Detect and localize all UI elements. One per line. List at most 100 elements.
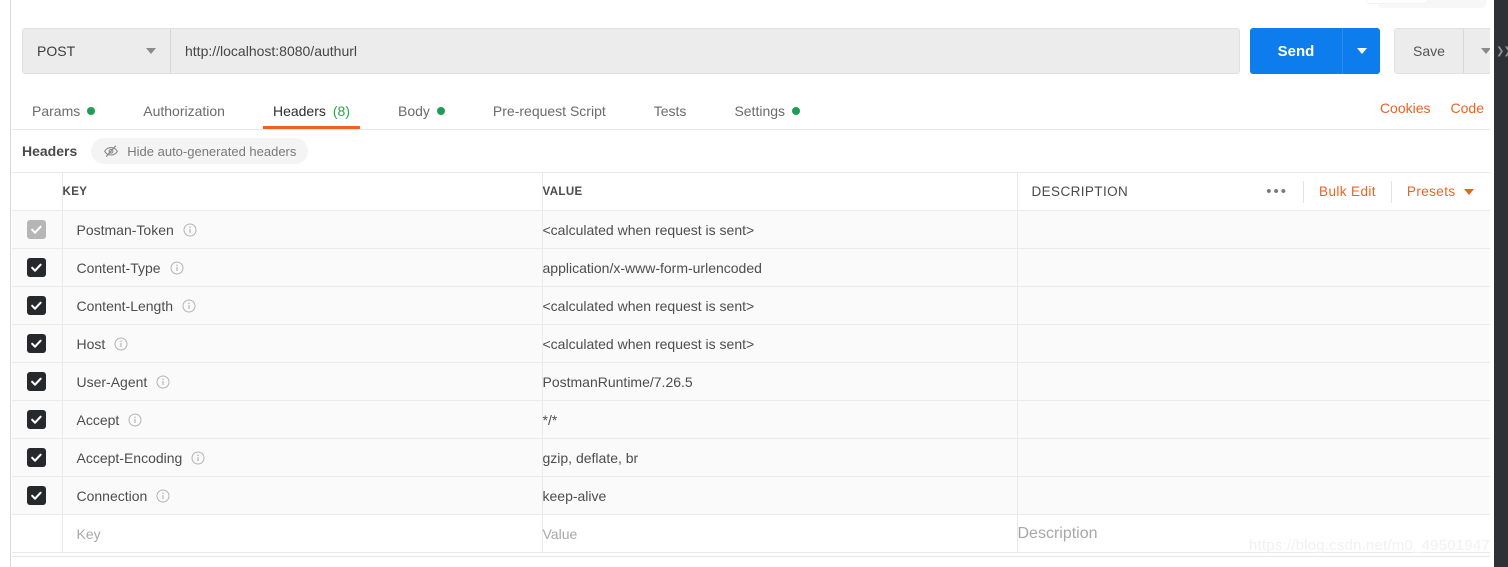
row-description-cell[interactable] — [1017, 286, 1495, 325]
table-header-row: KEY VALUE DESCRIPTION ••• Bulk Edit Pres… — [12, 172, 1495, 211]
headers-table: KEY VALUE DESCRIPTION ••• Bulk Edit Pres… — [12, 172, 1495, 553]
row-key-text: Content-Type — [76, 259, 161, 276]
th-checkbox — [12, 172, 63, 211]
row-checkbox[interactable] — [27, 486, 47, 505]
tab-label: Headers — [272, 102, 326, 119]
status-dot-icon — [87, 106, 96, 115]
row-description-cell[interactable] — [1017, 362, 1495, 401]
row-key-cell[interactable]: Content-Length — [62, 286, 543, 325]
status-dot-icon — [792, 106, 801, 115]
bottom-divider — [12, 556, 1490, 557]
info-icon[interactable] — [191, 451, 205, 465]
info-icon[interactable] — [182, 299, 196, 313]
info-icon[interactable] — [170, 261, 184, 275]
row-key-cell[interactable]: Accept — [62, 400, 543, 439]
presets-button[interactable]: Presets — [1392, 181, 1494, 203]
row-checkbox-cell — [12, 438, 63, 477]
row-key-cell[interactable]: Connection — [62, 476, 543, 515]
row-checkbox[interactable] — [27, 448, 47, 467]
th-description-actions: DESCRIPTION ••• Bulk Edit Presets — [1017, 172, 1495, 211]
row-checkbox-cell — [12, 210, 63, 249]
th-value: VALUE — [542, 172, 1018, 211]
tab-params[interactable]: Params — [22, 94, 105, 127]
row-description-cell[interactable] — [1017, 438, 1495, 477]
tab-authorization[interactable]: Authorization — [133, 94, 235, 127]
row-key-cell[interactable]: Accept-Encoding — [62, 438, 543, 477]
tab-body[interactable]: Body — [388, 94, 455, 127]
eye-slash-icon — [103, 143, 119, 159]
table-row: Content-Length <calculated when request … — [12, 286, 1495, 325]
row-value-cell[interactable]: <calculated when request is sent> — [542, 286, 1018, 325]
row-value-cell[interactable]: keep-alive — [542, 476, 1018, 515]
row-checkbox[interactable] — [27, 220, 47, 239]
table-row: User-Agent PostmanRuntime/7.26.5 — [12, 362, 1495, 401]
http-method-selector[interactable]: POST — [23, 29, 171, 73]
row-key-cell[interactable]: User-Agent — [62, 362, 543, 401]
info-icon[interactable] — [183, 223, 197, 237]
info-icon[interactable] — [156, 489, 170, 503]
th-key: KEY — [62, 172, 543, 211]
cookies-link[interactable]: Cookies — [1380, 100, 1431, 116]
row-description-cell[interactable] — [1017, 248, 1495, 287]
bulk-edit-button[interactable]: Bulk Edit — [1304, 180, 1392, 203]
row-key-text: User-Agent — [76, 373, 148, 390]
row-description-cell[interactable] — [1017, 324, 1495, 363]
url-input-group: POST http://localhost:8080/authurl — [22, 28, 1240, 74]
save-button[interactable]: Save — [1395, 29, 1463, 73]
chevrons-left-icon[interactable]: ❯❯ — [1496, 47, 1508, 57]
tab-label: Tests — [653, 102, 687, 119]
tab-headers[interactable]: Headers (8) — [262, 94, 361, 129]
row-key-cell[interactable]: Postman-Token — [62, 210, 543, 249]
row-checkbox[interactable] — [27, 258, 47, 277]
chevron-down-icon — [1480, 48, 1491, 54]
table-row: Connection keep-alive — [12, 476, 1495, 515]
send-options-button[interactable] — [1342, 28, 1380, 74]
new-value-cell[interactable]: Value — [542, 514, 1018, 553]
url-input[interactable]: http://localhost:8080/authurl — [171, 29, 1239, 73]
info-icon[interactable] — [156, 375, 170, 389]
tab-tests[interactable]: Tests — [644, 94, 697, 127]
row-checkbox[interactable] — [27, 410, 47, 429]
code-link[interactable]: Code — [1451, 100, 1484, 116]
row-value-cell[interactable]: application/x-www-form-urlencoded — [542, 248, 1018, 287]
row-value-cell[interactable]: */* — [542, 400, 1018, 439]
row-checkbox-cell — [12, 286, 63, 325]
tab-settings[interactable]: Settings — [724, 94, 810, 127]
row-checkbox[interactable] — [27, 296, 47, 315]
row-value-cell[interactable]: <calculated when request is sent> — [542, 324, 1018, 363]
send-button[interactable]: Send — [1250, 28, 1342, 74]
row-description-cell[interactable] — [1017, 210, 1495, 249]
hide-auto-generated-headers-button[interactable]: Hide auto-generated headers — [91, 138, 309, 164]
headers-table-body: Postman-Token <calculated when request i… — [12, 210, 1495, 553]
row-description-cell[interactable] — [1017, 400, 1495, 439]
new-key-cell[interactable]: Key — [62, 514, 543, 553]
table-row: Host <calculated when request is sent> — [12, 324, 1495, 363]
presets-label: Presets — [1406, 184, 1456, 199]
row-value-cell[interactable]: <calculated when request is sent> — [542, 210, 1018, 249]
info-icon[interactable] — [128, 413, 142, 427]
row-value-cell[interactable]: PostmanRuntime/7.26.5 — [542, 362, 1018, 401]
request-tabs: Params Authorization Headers (8) Body Pr… — [22, 94, 838, 129]
row-key-cell[interactable]: Content-Type — [62, 248, 543, 287]
new-description-cell[interactable]: Description — [1017, 514, 1495, 553]
tab-label: Body — [398, 102, 430, 119]
http-method-label: POST — [37, 43, 76, 59]
th-description-label: DESCRIPTION — [1031, 184, 1129, 199]
row-checkbox[interactable] — [27, 334, 47, 353]
row-key-text: Connection — [76, 487, 148, 504]
info-icon[interactable] — [114, 337, 128, 351]
chevron-down-icon — [1356, 48, 1367, 54]
tabs-right-links: Cookies Code — [1380, 100, 1484, 116]
row-value-cell[interactable]: gzip, deflate, br — [542, 438, 1018, 477]
more-options-icon[interactable]: ••• — [1251, 180, 1305, 203]
row-key-cell[interactable]: Host — [62, 324, 543, 363]
headers-subbar: Headers Hide auto-generated headers — [22, 137, 309, 165]
tab-pre-request-script[interactable]: Pre-request Script — [483, 94, 616, 127]
tab-label: Authorization — [143, 102, 225, 119]
hide-auto-generated-headers-label: Hide auto-generated headers — [127, 143, 297, 159]
row-checkbox[interactable] — [27, 372, 47, 391]
row-description-cell[interactable] — [1017, 476, 1495, 515]
tab-label: Pre-request Script — [492, 102, 606, 119]
row-key-text: Accept — [76, 411, 120, 428]
right-collapsed-sidebar[interactable]: ❯❯ — [1494, 0, 1508, 567]
